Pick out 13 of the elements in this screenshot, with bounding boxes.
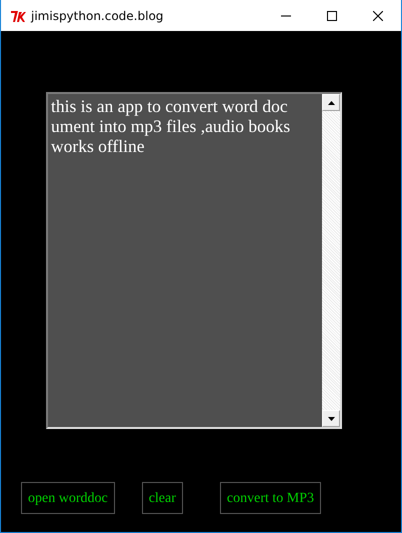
scroll-up-icon[interactable] bbox=[328, 100, 334, 104]
action-button[interactable]: convert to MP3 bbox=[220, 482, 322, 514]
close-icon[interactable] bbox=[373, 10, 383, 20]
text-line: works offline bbox=[51, 136, 146, 156]
window-title: jimispython.code.blog bbox=[31, 8, 164, 24]
action-button[interactable]: clear bbox=[142, 482, 183, 514]
scroll-down-icon[interactable] bbox=[328, 416, 334, 420]
scrollbar[interactable] bbox=[322, 94, 340, 427]
text-line: this is an app to convert word doc bbox=[51, 96, 289, 116]
maximize-icon[interactable] bbox=[327, 10, 337, 20]
text-area[interactable]: this is an app to convert word doc ument into mp3 files ,audio books works offline bbox=[46, 92, 342, 429]
text-line: ument into mp3 files ,audio books bbox=[51, 116, 292, 136]
action-button[interactable]: open worddoc bbox=[21, 482, 115, 514]
